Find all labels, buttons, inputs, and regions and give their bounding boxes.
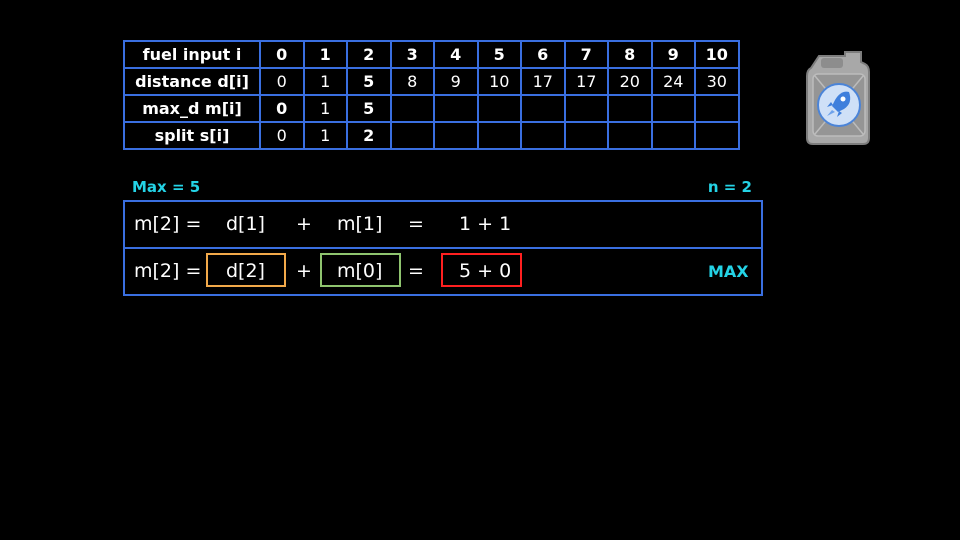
table-cell: 9 — [433, 67, 479, 96]
table-cell: 9 — [650, 40, 696, 69]
table-cell: 3 — [389, 40, 435, 69]
equation1-m-term: m[1] — [337, 213, 383, 235]
equation2-result: 5 + 0 — [459, 260, 512, 282]
table-cell: 1 — [302, 67, 348, 96]
table-cell — [694, 94, 740, 123]
table-cell — [476, 94, 522, 123]
equation2-d-term: d[2] — [226, 260, 265, 282]
table-cell — [607, 94, 653, 123]
row-header: fuel input i — [123, 40, 261, 69]
equation2-lhs: m[2] = — [134, 260, 202, 282]
dp-table: fuel input i 0 1 2 3 4 5 6 7 8 9 10 dist… — [123, 40, 740, 150]
max-tag: MAX — [708, 262, 749, 281]
table-cell: 6 — [520, 40, 566, 69]
table-cell — [476, 121, 522, 150]
table-cell: 1 — [302, 94, 348, 123]
equation1-d-term: d[1] — [226, 213, 265, 235]
equation1-equals: = — [408, 213, 424, 235]
table-cell: 8 — [389, 67, 435, 96]
table-cell: 0 — [259, 121, 305, 150]
table-cell-highlight: 0 — [259, 94, 305, 123]
table-cell: 0 — [259, 67, 305, 96]
row-header: split s[i] — [123, 121, 261, 150]
row-split: split s[i] 0 1 2 — [123, 121, 740, 150]
table-cell: 10 — [476, 67, 522, 96]
table-cell: 1 — [302, 121, 348, 150]
equation1-plus: + — [296, 213, 312, 235]
table-cell: 17 — [563, 67, 609, 96]
table-cell: 0 — [259, 40, 305, 69]
row-max-d: max_d m[i] 0 1 5 — [123, 94, 740, 123]
equation-divider — [125, 247, 761, 249]
table-cell — [650, 94, 696, 123]
table-cell: 5 — [476, 40, 522, 69]
table-cell: 7 — [563, 40, 609, 69]
table-cell: 4 — [433, 40, 479, 69]
equation1-result: 1 + 1 — [459, 213, 512, 235]
table-cell — [694, 121, 740, 150]
table-cell — [520, 94, 566, 123]
table-cell: 2 — [346, 40, 392, 69]
table-cell: 1 — [302, 40, 348, 69]
row-distance: distance d[i] 0 1 5 8 9 10 17 17 20 24 3… — [123, 67, 740, 96]
table-cell: 24 — [650, 67, 696, 96]
table-cell — [389, 94, 435, 123]
table-cell: 30 — [694, 67, 740, 96]
n-label: n = 2 — [707, 178, 752, 196]
table-cell: 8 — [607, 40, 653, 69]
table-cell: 17 — [520, 67, 566, 96]
row-fuel-input: fuel input i 0 1 2 3 4 5 6 7 8 9 10 — [123, 40, 740, 69]
table-cell — [563, 94, 609, 123]
table-cell — [389, 121, 435, 150]
table-cell — [520, 121, 566, 150]
table-cell: 10 — [694, 40, 740, 69]
table-cell — [607, 121, 653, 150]
max-label: Max = 5 — [132, 178, 201, 196]
table-cell — [433, 121, 479, 150]
equation2-plus: + — [296, 260, 312, 282]
row-header: max_d m[i] — [123, 94, 261, 123]
table-cell — [563, 121, 609, 150]
equation1-lhs: m[2] = — [134, 213, 202, 235]
table-cell-highlight: 2 — [346, 121, 392, 150]
equation-box: m[2] = d[1] + m[1] = 1 + 1 m[2] = d[2] +… — [123, 200, 763, 296]
jerrycan-rocket-icon — [806, 51, 870, 145]
table-cell — [650, 121, 696, 150]
table-cell-highlight: 5 — [346, 94, 392, 123]
table-cell — [433, 94, 479, 123]
table-cell-highlight: 5 — [346, 67, 392, 96]
equation2-equals: = — [408, 260, 424, 282]
table-cell: 20 — [607, 67, 653, 96]
row-header: distance d[i] — [123, 67, 261, 96]
equation2-m-term: m[0] — [337, 260, 383, 282]
